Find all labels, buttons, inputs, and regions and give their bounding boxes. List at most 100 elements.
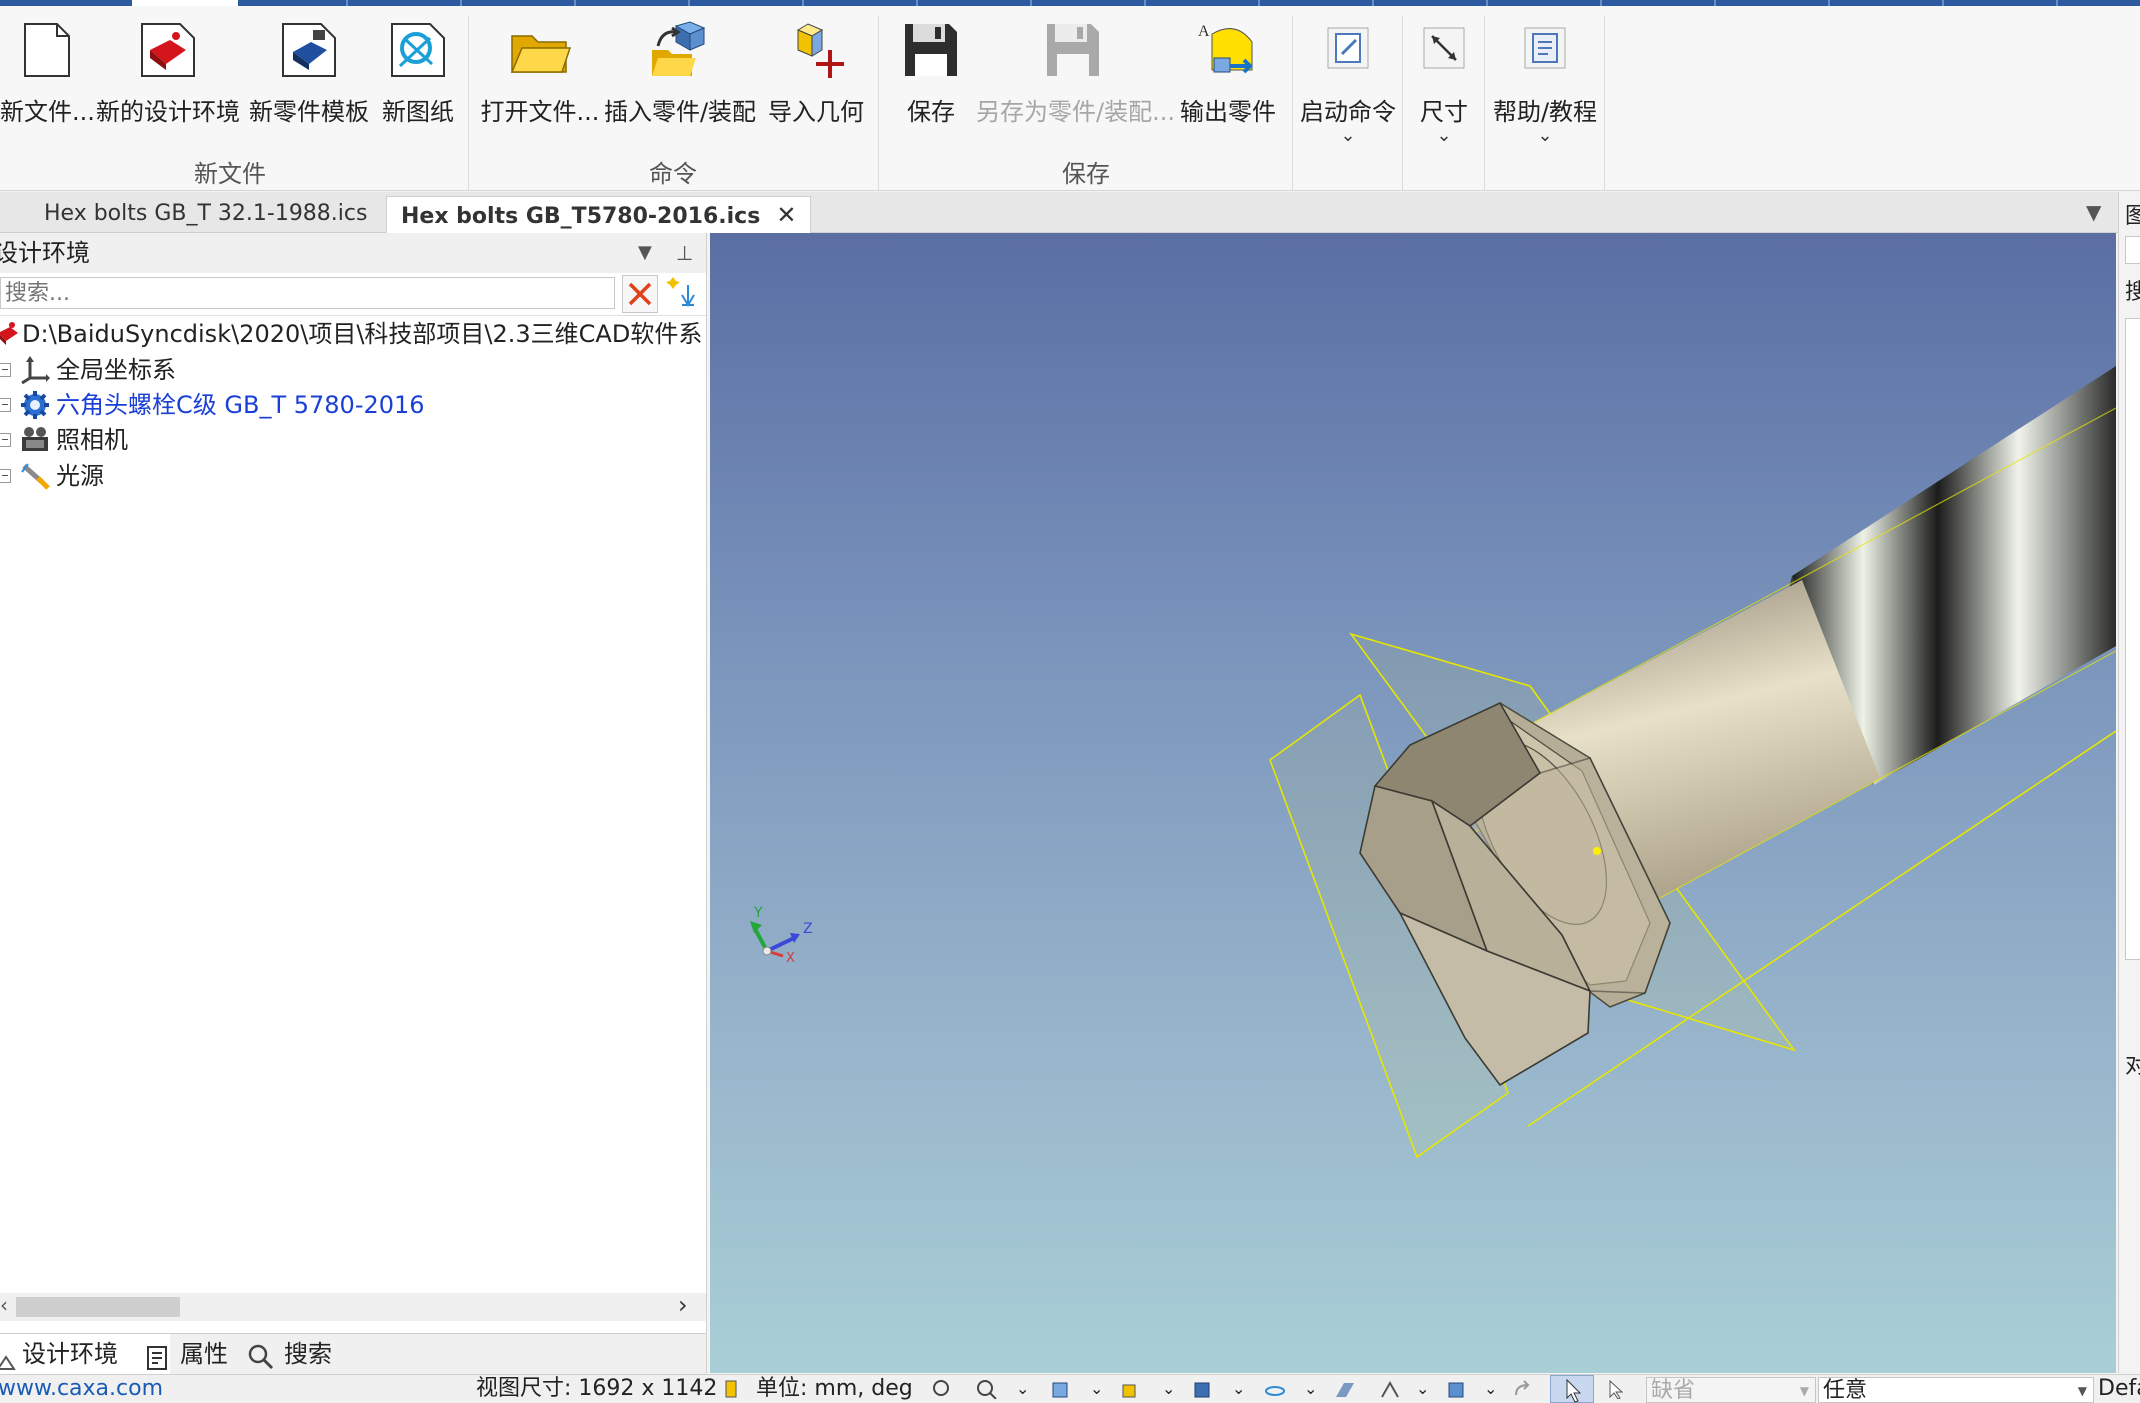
right-panel-label-3: 对 [2125, 1048, 2140, 1080]
status-trailing-text: Defa [2098, 1376, 2140, 1401]
3d-viewport[interactable]: Y Z X [710, 233, 2116, 1373]
export-part-button[interactable]: A 输出零件 [1172, 20, 1284, 127]
tree-expander-icon[interactable] [0, 363, 11, 377]
tree-expander-icon[interactable] [0, 469, 11, 483]
design-environment-panel: 设计环境 ▼ ⊥ D:\BaiduSyncdisk\2020\项目\科技部项目\… [0, 233, 707, 1374]
tab-search[interactable]: 搜索 [244, 1334, 388, 1374]
help-tutorial-button[interactable]: 帮助/教程 ⌄ [1488, 20, 1602, 146]
chevron-down-icon: ▼ [1799, 1384, 1809, 1398]
panel-search-input[interactable] [0, 277, 615, 309]
ribbon-group-label-save: 保存 [1062, 160, 1110, 188]
select-filter-icon[interactable] [1604, 1379, 1626, 1400]
zoom-window-icon[interactable] [976, 1379, 998, 1400]
new-part-template-icon [277, 20, 341, 80]
tree-expander-icon[interactable] [0, 433, 11, 447]
new-file-icon [13, 20, 77, 80]
scrollbar-thumb[interactable] [16, 1297, 180, 1317]
box-view-icon[interactable] [1192, 1379, 1214, 1399]
pin-icon[interactable]: ⊥ [676, 233, 693, 273]
ribbon-group-label-command: 命令 [649, 160, 697, 188]
chevron-down-icon[interactable]: ⌄ [1162, 1375, 1175, 1403]
save-button[interactable]: 保存 [890, 20, 972, 127]
chevron-down-icon[interactable]: ⌄ [1090, 1375, 1103, 1403]
ribbon: 新文件... 新的设计环境 新零件模板 新图纸 新文件 打开文件... 插入零件… [0, 6, 2140, 191]
svg-text:A: A [1198, 23, 1210, 40]
launch-command-icon [1316, 20, 1380, 80]
panel-bottom-tabs: 设计环境 属性 搜索 [0, 1333, 706, 1374]
import-geometry-icon [784, 20, 848, 80]
scroll-right-icon[interactable]: › [678, 1291, 688, 1319]
scroll-left-icon[interactable]: ‹ [0, 1293, 8, 1317]
chevron-down-icon[interactable]: ⌄ [1232, 1375, 1245, 1403]
display-box-icon[interactable] [1446, 1379, 1468, 1399]
dimension-icon [1412, 20, 1476, 80]
dimension-button[interactable]: 尺寸 ⌄ [1406, 20, 1482, 146]
ruler-icon [722, 1379, 744, 1399]
tab-hex-bolts-5780[interactable]: Hex bolts GB_T5780-2016.ics ✕ [386, 196, 812, 233]
chevron-down-icon: ⌄ [1436, 125, 1452, 146]
chevron-down-icon: ▼ [2077, 1384, 2087, 1398]
open-folder-icon [508, 20, 572, 80]
filter-combo[interactable]: 任意 ▼ [1818, 1377, 2094, 1403]
section-plane-icon[interactable] [1334, 1379, 1356, 1399]
close-icon[interactable]: ✕ [776, 201, 796, 229]
chevron-down-icon: ⌄ [1340, 125, 1356, 146]
document-tab-bar: Hex bolts GB_T 32.1-1988.ics Hex bolts G… [0, 192, 2120, 233]
tab-list-dropdown-icon[interactable]: ▼ [2086, 200, 2101, 224]
x-axis-label: X [786, 951, 795, 966]
right-panel-field[interactable] [2125, 236, 2140, 264]
light-source-icon [20, 462, 50, 490]
chevron-down-icon[interactable]: ⌄ [1016, 1375, 1029, 1403]
save-as-part-icon [1041, 20, 1105, 80]
right-panel-list[interactable] [2125, 318, 2140, 960]
clear-search-icon[interactable] [622, 275, 658, 313]
search-icon [248, 1342, 274, 1370]
new-drawing-button[interactable]: 新图纸 [376, 20, 460, 127]
chevron-down-icon[interactable]: ⌄ [1304, 1375, 1317, 1403]
design-environment-icon [0, 1345, 16, 1370]
save-disk-icon [899, 20, 963, 80]
units-readout: 单位: mm, deg [756, 1376, 913, 1401]
tab-hex-bolts-32-1[interactable]: Hex bolts GB_T 32.1-1988.ics [30, 196, 381, 232]
help-tutorial-icon [1513, 20, 1577, 80]
render-mode-icon[interactable] [1120, 1379, 1142, 1399]
design-root-icon [0, 321, 20, 347]
chevron-down-icon[interactable]: ⌄ [1484, 1375, 1497, 1403]
save-as-part-button[interactable]: 另存为零件/装配... [976, 20, 1175, 127]
panel-menu-dropdown-icon[interactable]: ▼ [638, 233, 652, 273]
launch-command-button[interactable]: 启动命令 ⌄ [1296, 20, 1400, 146]
chevron-down-icon: ⌄ [1537, 125, 1553, 146]
camera-icon [20, 426, 50, 454]
filter-tree-icon[interactable] [664, 275, 700, 311]
right-panel-label-2: 搜 [2125, 274, 2140, 306]
import-geometry-button[interactable]: 导入几何 [764, 20, 868, 127]
open-file-button[interactable]: 打开文件... [480, 20, 600, 127]
view-orientation-icon[interactable] [1050, 1379, 1072, 1399]
orbit-icon[interactable] [1264, 1379, 1286, 1399]
insert-part-icon [648, 20, 712, 80]
new-file-button[interactable]: 新文件... [0, 20, 95, 127]
panel-title: 设计环境 [0, 239, 90, 267]
properties-icon [146, 1342, 168, 1370]
insert-part-button[interactable]: 插入零件/装配 [602, 20, 758, 127]
tree-expander-icon[interactable] [0, 398, 11, 412]
selection-mode-combo[interactable]: 缺省 ▼ [1646, 1377, 1816, 1403]
redo-icon[interactable] [1512, 1379, 1534, 1399]
panel-search-row [0, 273, 706, 316]
new-part-template-button[interactable]: 新零件模板 [246, 20, 372, 127]
coordinate-system-icon [20, 356, 50, 385]
new-design-environment-icon [136, 20, 200, 80]
z-axis-label: Z [803, 921, 813, 937]
part-gear-icon [20, 391, 50, 419]
website-link[interactable]: www.caxa.com [0, 1375, 163, 1403]
pick-point-marker [1593, 847, 1601, 855]
new-design-environment-button[interactable]: 新的设计环境 [96, 20, 240, 127]
view-size-readout: 视图尺寸: 1692 x 1142 [476, 1376, 718, 1401]
zoom-fit-icon[interactable] [932, 1379, 954, 1399]
select-pointer-icon[interactable] [1550, 1375, 1594, 1403]
measure-icon[interactable] [1380, 1379, 1402, 1399]
tree-horizontal-scrollbar[interactable]: ‹ › [0, 1291, 706, 1321]
chevron-down-icon[interactable]: ⌄ [1416, 1375, 1429, 1403]
new-drawing-icon [386, 20, 450, 80]
right-side-panel: 图 搜 对 [2118, 192, 2140, 1373]
